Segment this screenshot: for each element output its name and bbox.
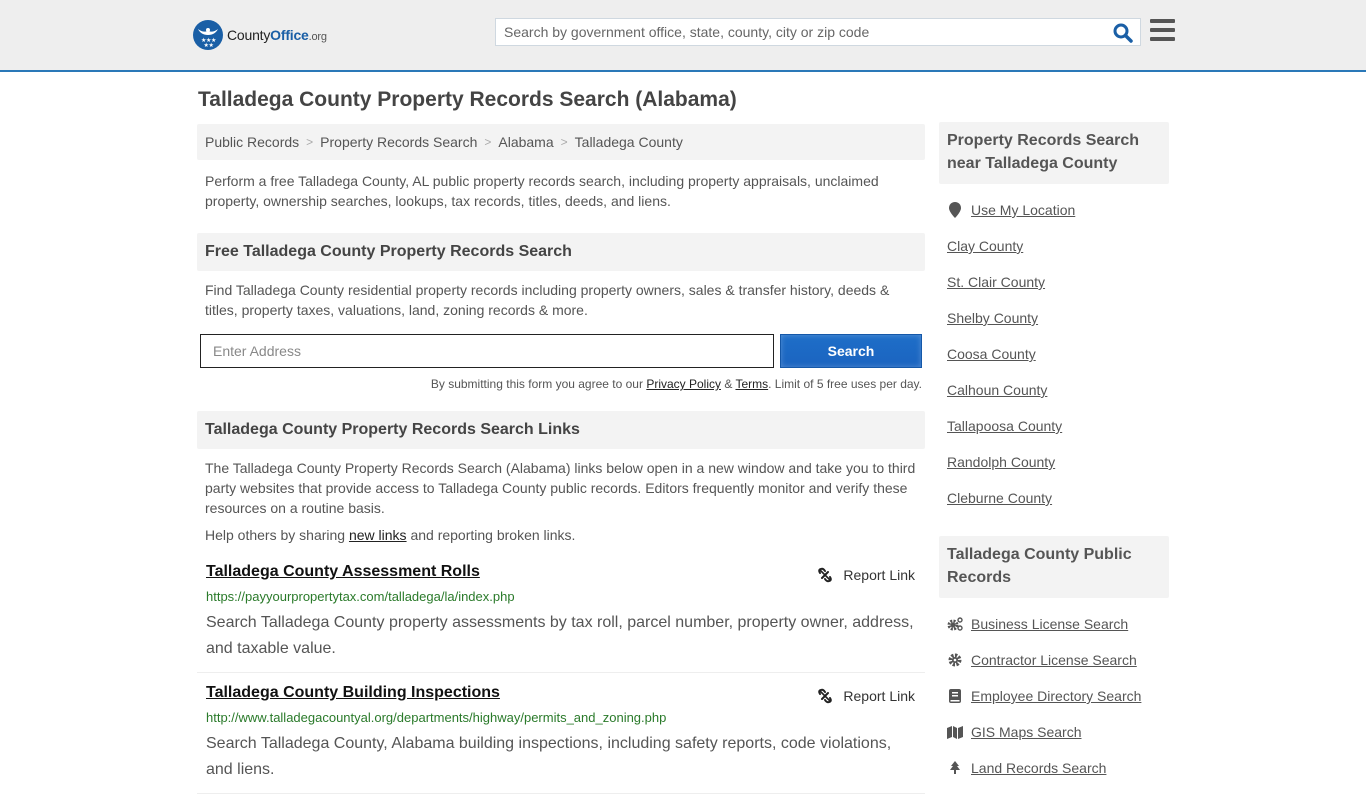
resource-link-title[interactable]: Talladega County Assessment Rolls — [206, 563, 480, 580]
public-record-link[interactable]: Land Records Search — [947, 750, 1169, 786]
public-record-link[interactable]: GIS Maps Search — [947, 714, 1169, 750]
nearby-heading: Property Records Search near Talladega C… — [939, 122, 1169, 184]
resource-link-title[interactable]: Talladega County Building Inspections — [206, 684, 500, 701]
breadcrumb-property-records[interactable]: Property Records Search — [320, 134, 477, 150]
resource-link-item: Talladega County Assessment Rolls Report… — [197, 551, 925, 673]
map-marker-icon — [947, 202, 963, 218]
breadcrumb-state[interactable]: Alabama — [498, 134, 553, 150]
breadcrumb-current: Talladega County — [574, 134, 683, 150]
breadcrumb-separator: > — [560, 135, 568, 149]
privacy-policy-link[interactable]: Privacy Policy — [646, 377, 721, 391]
nearby-county-link[interactable]: Calhoun County — [947, 372, 1169, 408]
resource-link-url: http://www.talladegacountyal.org/departm… — [206, 710, 667, 725]
county-link-label[interactable]: Coosa County — [947, 346, 1036, 362]
site-search-input[interactable] — [496, 19, 1096, 45]
site-search — [495, 18, 1141, 46]
new-links-link[interactable]: new links — [349, 527, 407, 543]
broken-link-icon — [818, 567, 833, 583]
page-title: Talladega County Property Records Search… — [198, 88, 737, 111]
nearby-list: Use My Location Clay County St. Clair Co… — [939, 192, 1169, 516]
breadcrumb-separator: > — [484, 135, 492, 149]
nearby-county-link[interactable]: Coosa County — [947, 336, 1169, 372]
resource-link-item: Talladega County Building Inspections Re… — [197, 673, 925, 794]
free-search-description: Find Talladega County residential proper… — [205, 282, 890, 318]
svg-text:★: ★ — [209, 42, 214, 49]
county-link-label[interactable]: St. Clair County — [947, 274, 1045, 290]
resource-link-description: Search Talladega County property assessm… — [206, 614, 914, 657]
logo-emblem-icon: ★ ★ ★ ★ ★ — [193, 20, 223, 50]
nearby-county-link[interactable]: Cleburne County — [947, 480, 1169, 516]
use-my-location-label[interactable]: Use My Location — [971, 202, 1075, 218]
public-record-label[interactable]: Business License Search — [971, 616, 1128, 632]
map-icon — [947, 724, 963, 740]
terms-link[interactable]: Terms — [735, 377, 768, 391]
public-record-label[interactable]: Land Records Search — [971, 760, 1106, 776]
intro-text: Perform a free Talladega County, AL publ… — [205, 173, 879, 209]
county-link-label[interactable]: Shelby County — [947, 310, 1038, 326]
disclaimer-text: . Limit of 5 free uses per day. — [768, 377, 922, 391]
form-disclaimer: By submitting this form you agree to our… — [197, 377, 922, 391]
site-header: ★ ★ ★ ★ ★ CountyOffice.org — [0, 0, 1366, 72]
book-icon — [947, 688, 963, 704]
logo-text: CountyOffice.org — [227, 27, 327, 43]
county-link-label[interactable]: Clay County — [947, 238, 1023, 254]
public-record-label[interactable]: Employee Directory Search — [971, 688, 1141, 704]
resource-link-url: https://payyourpropertytax.com/talladega… — [206, 589, 515, 604]
county-link-label[interactable]: Randolph County — [947, 454, 1055, 470]
broken-link-icon — [818, 688, 833, 704]
breadcrumb-separator: > — [306, 135, 314, 149]
cogs-icon — [947, 616, 963, 632]
breadcrumb-public-records[interactable]: Public Records — [205, 134, 299, 150]
disclaimer-text: By submitting this form you agree to our — [430, 377, 647, 391]
nearby-county-link[interactable]: Tallapoosa County — [947, 408, 1169, 444]
county-link-label[interactable]: Tallapoosa County — [947, 418, 1062, 434]
public-record-label[interactable]: GIS Maps Search — [971, 724, 1082, 740]
report-link-label: Report Link — [843, 567, 915, 583]
help-text-suffix: and reporting broken links. — [406, 527, 576, 543]
main-content: Public Records > Property Records Search… — [197, 124, 925, 794]
county-link-label[interactable]: Cleburne County — [947, 490, 1052, 506]
sidebar: Property Records Search near Talladega C… — [939, 122, 1169, 786]
public-records-heading: Talladega County Public Records — [939, 536, 1169, 598]
public-record-link[interactable]: Employee Directory Search — [947, 678, 1169, 714]
address-search-button[interactable]: Search — [780, 334, 922, 368]
site-logo[interactable]: ★ ★ ★ ★ ★ CountyOffice.org — [193, 20, 327, 50]
help-text-prefix: Help others by sharing — [205, 527, 349, 543]
help-text: Help others by sharing new links and rep… — [205, 527, 917, 543]
nearby-county-link[interactable]: Randolph County — [947, 444, 1169, 480]
free-search-heading: Free Talladega County Property Records S… — [197, 233, 925, 271]
nearby-county-link[interactable]: St. Clair County — [947, 264, 1169, 300]
hamburger-menu-icon[interactable] — [1150, 19, 1175, 43]
disclaimer-text: & — [721, 377, 736, 391]
breadcrumb: Public Records > Property Records Search… — [197, 124, 925, 160]
search-icon[interactable] — [1112, 22, 1134, 44]
address-search-form: Search — [200, 334, 922, 368]
public-records-list: Business License Search Contractor Licen… — [939, 606, 1169, 786]
use-my-location-link[interactable]: Use My Location — [947, 192, 1169, 228]
address-input[interactable] — [200, 334, 774, 368]
nearby-county-link[interactable]: Shelby County — [947, 300, 1169, 336]
report-link-button[interactable]: Report Link — [817, 567, 915, 583]
report-link-button[interactable]: Report Link — [817, 688, 915, 704]
county-link-label[interactable]: Calhoun County — [947, 382, 1047, 398]
public-record-label[interactable]: Contractor License Search — [971, 652, 1137, 668]
report-link-label: Report Link — [843, 688, 915, 704]
nearby-county-link[interactable]: Clay County — [947, 228, 1169, 264]
public-record-link[interactable]: Contractor License Search — [947, 642, 1169, 678]
tree-icon — [947, 760, 963, 776]
links-section-description: The Talladega County Property Records Se… — [205, 460, 916, 516]
resource-link-description: Search Talladega County, Alabama buildin… — [206, 735, 892, 778]
gear-icon — [947, 652, 963, 668]
links-section-heading: Talladega County Property Records Search… — [197, 411, 925, 449]
public-record-link[interactable]: Business License Search — [947, 606, 1169, 642]
